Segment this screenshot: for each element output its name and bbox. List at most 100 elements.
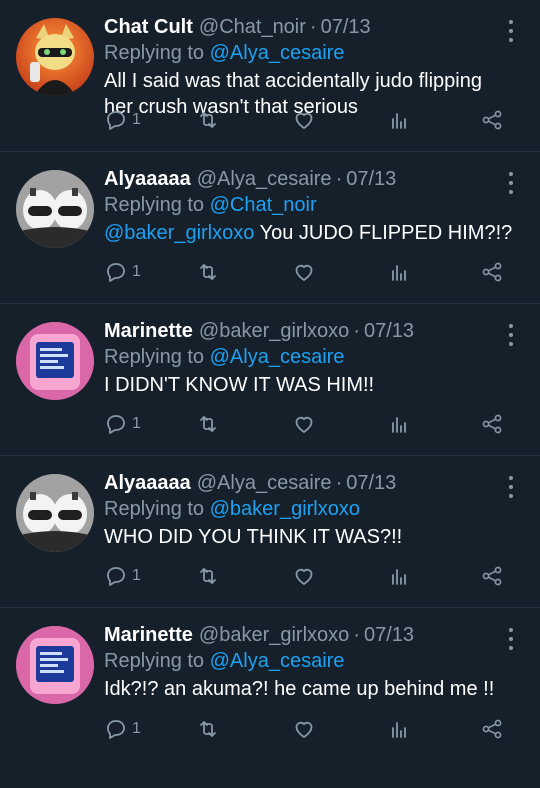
user-handle[interactable]: @baker_girlxoxo bbox=[199, 318, 349, 344]
like-button[interactable] bbox=[292, 716, 316, 742]
avatar[interactable] bbox=[16, 18, 94, 96]
replying-to-handle[interactable]: @Alya_cesaire bbox=[210, 346, 345, 368]
tweet-header: Chat Cult @Chat_noir · 07/13 bbox=[104, 14, 540, 40]
reply-icon bbox=[107, 567, 125, 586]
replying-to-line: Replying to @Alya_cesaire bbox=[104, 648, 540, 674]
more-options-icon[interactable] bbox=[508, 628, 514, 650]
reply-icon bbox=[107, 111, 125, 130]
replying-to-line: Replying to @baker_girlxoxo bbox=[104, 496, 540, 522]
reply-button[interactable]: 1 bbox=[104, 107, 141, 133]
replying-to-label: Replying to bbox=[104, 498, 205, 520]
reply-button[interactable]: 1 bbox=[104, 259, 141, 285]
user-handle[interactable]: @Alya_cesaire bbox=[197, 470, 332, 496]
analytics-button[interactable] bbox=[387, 107, 411, 133]
tweet[interactable]: Marinette @baker_girlxoxo · 07/13 Replyi… bbox=[0, 608, 540, 760]
share-button[interactable] bbox=[480, 411, 504, 437]
more-options-icon[interactable] bbox=[508, 20, 514, 42]
retweet-button[interactable] bbox=[196, 107, 220, 133]
avatar[interactable] bbox=[16, 170, 94, 248]
heart-icon bbox=[295, 568, 313, 585]
reply-button[interactable]: 1 bbox=[104, 563, 141, 589]
reply-button[interactable]: 1 bbox=[104, 716, 141, 742]
like-button[interactable] bbox=[292, 259, 316, 285]
heart-icon bbox=[295, 264, 313, 281]
tweet-actions: 1 bbox=[104, 411, 504, 437]
replying-to-handle[interactable]: @baker_girlxoxo bbox=[210, 498, 360, 520]
replying-to-label: Replying to bbox=[104, 346, 205, 368]
user-handle[interactable]: @Alya_cesaire bbox=[197, 166, 332, 192]
display-name[interactable]: Alyaaaaa bbox=[104, 166, 191, 192]
analytics-icon bbox=[392, 265, 406, 281]
replying-to-line: Replying to @Alya_cesaire bbox=[104, 344, 540, 370]
replying-to-handle[interactable]: @Alya_cesaire bbox=[210, 650, 345, 672]
reply-count: 1 bbox=[132, 720, 141, 737]
tweet-date[interactable]: 07/13 bbox=[364, 318, 414, 344]
reply-button[interactable]: 1 bbox=[104, 411, 141, 437]
cartoon-cat-avatar-icon bbox=[16, 18, 94, 96]
tweet-date[interactable]: 07/13 bbox=[346, 166, 396, 192]
tweet-date[interactable]: 07/13 bbox=[364, 622, 414, 648]
more-options-icon[interactable] bbox=[508, 476, 514, 498]
tweet-header: Marinette @baker_girlxoxo · 07/13 bbox=[104, 318, 540, 344]
tweet-header: Marinette @baker_girlxoxo · 07/13 bbox=[104, 622, 540, 648]
reply-icon bbox=[107, 415, 125, 434]
more-options-icon[interactable] bbox=[508, 172, 514, 194]
tweet[interactable]: Chat Cult @Chat_noir · 07/13 Replying to… bbox=[0, 0, 540, 152]
share-button[interactable] bbox=[480, 259, 504, 285]
helmets-avatar-icon bbox=[16, 170, 94, 248]
replying-to-handle[interactable]: @Chat_noir bbox=[210, 194, 317, 216]
retweet-button[interactable] bbox=[196, 716, 220, 742]
display-name[interactable]: Chat Cult bbox=[104, 14, 193, 40]
avatar[interactable] bbox=[16, 322, 94, 400]
tweet-actions: 1 bbox=[104, 563, 504, 589]
tweet-date[interactable]: 07/13 bbox=[321, 14, 371, 40]
analytics-button[interactable] bbox=[387, 411, 411, 437]
share-button[interactable] bbox=[480, 563, 504, 589]
avatar[interactable] bbox=[16, 474, 94, 552]
tweet-actions: 1 bbox=[104, 716, 504, 742]
share-icon bbox=[482, 414, 502, 434]
share-button[interactable] bbox=[480, 716, 504, 742]
replying-to-line: Replying to @Chat_noir bbox=[104, 192, 540, 218]
more-options-icon[interactable] bbox=[508, 324, 514, 346]
share-icon bbox=[482, 566, 502, 586]
pink-phone-avatar-icon bbox=[16, 626, 94, 704]
user-handle[interactable]: @Chat_noir bbox=[199, 14, 306, 40]
display-name[interactable]: Alyaaaaa bbox=[104, 470, 191, 496]
avatar[interactable] bbox=[16, 626, 94, 704]
tweet[interactable]: Alyaaaaa @Alya_cesaire · 07/13 Replying … bbox=[0, 152, 540, 304]
share-icon bbox=[482, 110, 502, 130]
share-icon bbox=[482, 719, 502, 739]
reply-icon bbox=[107, 263, 125, 282]
share-button[interactable] bbox=[480, 107, 504, 133]
analytics-button[interactable] bbox=[387, 716, 411, 742]
like-button[interactable] bbox=[292, 107, 316, 133]
heart-icon bbox=[295, 721, 313, 738]
like-button[interactable] bbox=[292, 563, 316, 589]
replying-to-handle[interactable]: @Alya_cesaire bbox=[210, 42, 345, 64]
retweet-icon bbox=[200, 416, 216, 432]
tweet[interactable]: Marinette @baker_girlxoxo · 07/13 Replyi… bbox=[0, 304, 540, 456]
separator-dot: · bbox=[309, 16, 317, 38]
analytics-icon bbox=[392, 569, 406, 585]
tweet-actions: 1 bbox=[104, 107, 504, 133]
inline-mention[interactable]: @baker_girlxoxo bbox=[104, 222, 254, 244]
separator-dot: · bbox=[353, 320, 360, 342]
analytics-button[interactable] bbox=[387, 563, 411, 589]
analytics-icon bbox=[392, 722, 406, 738]
like-button[interactable] bbox=[292, 411, 316, 437]
tweet[interactable]: Alyaaaaa @Alya_cesaire · 07/13 Replying … bbox=[0, 456, 540, 608]
reply-count: 1 bbox=[132, 567, 141, 584]
retweet-icon bbox=[200, 264, 216, 280]
display-name[interactable]: Marinette bbox=[104, 318, 193, 344]
analytics-button[interactable] bbox=[387, 259, 411, 285]
tweet-date[interactable]: 07/13 bbox=[346, 470, 396, 496]
retweet-button[interactable] bbox=[196, 563, 220, 589]
user-handle[interactable]: @baker_girlxoxo bbox=[199, 622, 349, 648]
retweet-button[interactable] bbox=[196, 411, 220, 437]
tweet-text: Idk?!? an akuma?! he came up behind me !… bbox=[104, 676, 514, 702]
tweet-text-content: WHO DID YOU THINK IT WAS?!! bbox=[104, 526, 403, 548]
retweet-icon bbox=[200, 112, 216, 128]
display-name[interactable]: Marinette bbox=[104, 622, 193, 648]
retweet-button[interactable] bbox=[196, 259, 220, 285]
